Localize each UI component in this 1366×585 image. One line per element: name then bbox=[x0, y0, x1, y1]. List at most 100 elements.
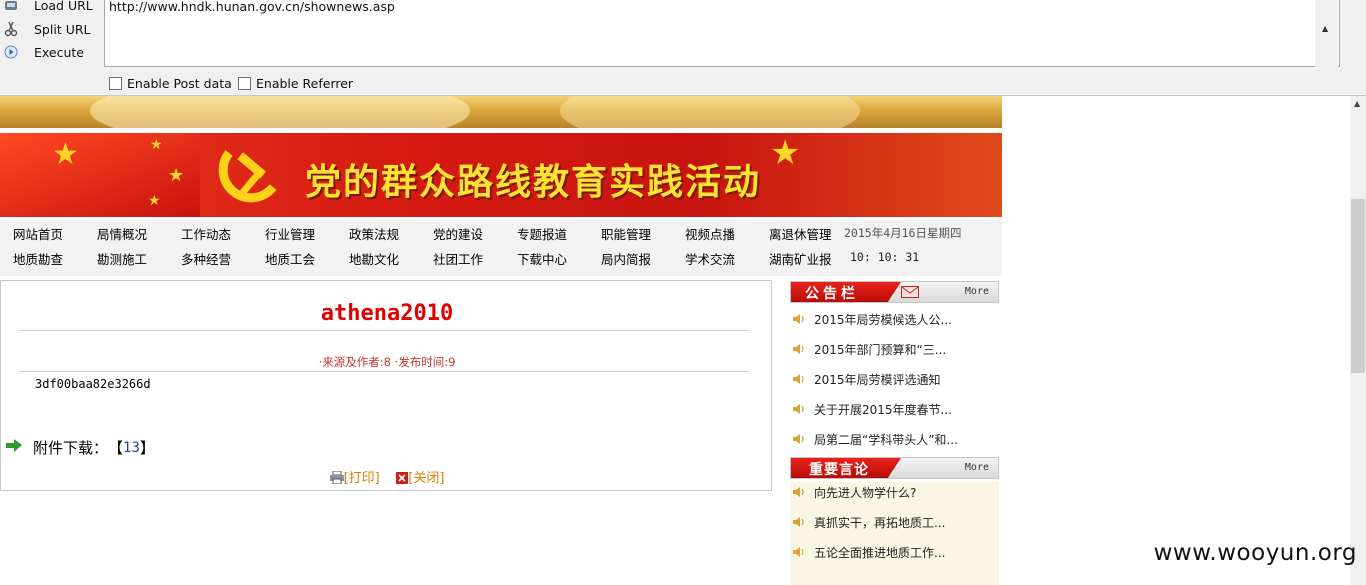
url-scrollbar[interactable]: ▲ bbox=[1315, 0, 1338, 68]
printer-icon bbox=[329, 470, 344, 488]
article-body: 3df00baa82e3266d bbox=[35, 377, 151, 391]
speaker-icon bbox=[792, 485, 806, 499]
checkbox-box[interactable] bbox=[109, 77, 122, 90]
list-item[interactable]: 向先进人物学什么? bbox=[790, 482, 999, 504]
notice-heading: 公告栏 bbox=[805, 286, 859, 302]
list-item-text: 向先进人物学什么? bbox=[814, 486, 917, 500]
nav-item[interactable]: 网站首页 bbox=[13, 224, 63, 243]
notice-more-link[interactable]: More bbox=[965, 286, 989, 297]
attachment-bracket-close: 】 bbox=[139, 439, 155, 457]
attachment-label: 附件下载： bbox=[33, 439, 109, 457]
nav-item[interactable]: 视频点播 bbox=[685, 224, 735, 243]
url-textarea[interactable]: http://www.hndk.hunan.gov.cn/shownews.as… bbox=[104, 0, 1340, 68]
enable-post-checkbox[interactable]: Enable Post data bbox=[109, 76, 232, 91]
campaign-banner: ★ ★ ★ ★ ★ 党的群众路线教育实践活动 bbox=[0, 133, 1002, 217]
page-scrollbar[interactable]: ▲ bbox=[1350, 96, 1366, 585]
web-page: ★ ★ ★ ★ ★ 党的群众路线教育实践活动 网站首页 局情概况 工作动态 行业管理 政… bbox=[0, 96, 1350, 585]
star-icon: ★ bbox=[150, 137, 163, 153]
nav-item[interactable]: 行业管理 bbox=[265, 224, 315, 243]
nav-item[interactable]: 职能管理 bbox=[601, 224, 651, 243]
list-item[interactable]: 五论全面推进地质工作... bbox=[790, 542, 999, 564]
speaker-icon bbox=[792, 312, 806, 326]
nav-item[interactable]: 专题报道 bbox=[517, 224, 567, 243]
checkbox-box[interactable] bbox=[238, 77, 251, 90]
list-item-text: 2015年局劳模候选人公... bbox=[814, 313, 952, 327]
nav-item[interactable]: 政策法规 bbox=[349, 224, 399, 243]
divider bbox=[19, 330, 749, 331]
speech-panel-header: 重要言论 More bbox=[790, 457, 999, 479]
scroll-up-icon[interactable]: ▲ bbox=[1322, 22, 1328, 36]
speech-list: 向先进人物学什么? 真抓实干，再拓地质工... 五论全面推进地质工作... bbox=[790, 482, 999, 585]
list-item[interactable]: 关于开展2015年度春节... bbox=[790, 399, 999, 421]
list-item[interactable]: 2015年局劳模候选人公... bbox=[790, 309, 999, 331]
close-link[interactable]: [关闭] bbox=[408, 471, 444, 486]
nav-item[interactable]: 湖南矿业报 bbox=[769, 249, 832, 268]
attachment-bracket-open: 【 bbox=[108, 439, 124, 457]
list-item-text: 关于开展2015年度春节... bbox=[814, 403, 952, 417]
list-item-text: 五论全面推进地质工作... bbox=[814, 546, 946, 560]
star-icon: ★ bbox=[168, 165, 185, 186]
enable-post-label: Enable Post data bbox=[127, 76, 232, 91]
load-url-button[interactable]: Load URL bbox=[0, 0, 100, 15]
hackbar-toolbar: Load URL Split URL Execute http://www.hn… bbox=[0, 0, 1366, 96]
list-item-text: 2015年部门预算和“三... bbox=[814, 343, 947, 357]
speaker-icon bbox=[792, 342, 806, 356]
url-value: http://www.hndk.hunan.gov.cn/shownews.as… bbox=[109, 0, 395, 14]
nav-item[interactable]: 局情概况 bbox=[97, 224, 147, 243]
speech-heading: 重要言论 bbox=[809, 462, 869, 478]
speaker-icon bbox=[792, 515, 806, 529]
speech-more-link[interactable]: More bbox=[965, 462, 989, 473]
download-arrow-icon bbox=[5, 438, 23, 457]
speaker-icon bbox=[792, 432, 806, 446]
print-link[interactable]: [打印] bbox=[344, 471, 380, 486]
notice-panel-header: 公告栏 More bbox=[790, 281, 999, 303]
list-item[interactable]: 局第二届“学科带头人”和... bbox=[790, 429, 999, 451]
list-item[interactable]: 真抓实干，再拓地质工... bbox=[790, 512, 999, 534]
list-item-text: 真抓实干，再拓地质工... bbox=[814, 516, 946, 530]
load-url-label: Load URL bbox=[34, 0, 93, 13]
speaker-icon bbox=[792, 402, 806, 416]
article-actions: [打印] [关闭] bbox=[1, 467, 773, 488]
speaker-icon bbox=[792, 545, 806, 559]
scrollbar-thumb[interactable] bbox=[1351, 199, 1365, 373]
list-item-text: 2015年局劳模评选通知 bbox=[814, 373, 941, 387]
star-icon: ★ bbox=[52, 137, 79, 172]
nav-item[interactable]: 地质工会 bbox=[265, 249, 315, 268]
list-item[interactable]: 2015年局劳模评选通知 bbox=[790, 369, 999, 391]
watermark: www.wooyun.org bbox=[1153, 540, 1357, 566]
nav-item[interactable]: 勘测施工 bbox=[97, 249, 147, 268]
speaker-icon bbox=[792, 372, 806, 386]
enable-referrer-checkbox[interactable]: Enable Referrer bbox=[238, 76, 353, 91]
nav-item[interactable]: 地质勘查 bbox=[13, 249, 63, 268]
list-item[interactable]: 2015年部门预算和“三... bbox=[790, 339, 999, 361]
attachment-link[interactable]: 13 bbox=[123, 440, 140, 456]
split-url-button[interactable]: Split URL bbox=[0, 19, 100, 39]
nav-item[interactable]: 社团工作 bbox=[433, 249, 483, 268]
nav-item[interactable]: 局内简报 bbox=[601, 249, 651, 268]
nav-item[interactable]: 党的建设 bbox=[433, 224, 483, 243]
nav-item[interactable]: 地勘文化 bbox=[349, 249, 399, 268]
nav-item[interactable]: 多种经营 bbox=[181, 249, 231, 268]
execute-button[interactable]: Execute bbox=[0, 42, 100, 62]
article-panel: athena2010 ·来源及作者:8 ·发布时间:9 3df00baa82e3… bbox=[0, 280, 772, 491]
split-url-label: Split URL bbox=[34, 21, 91, 37]
hammer-sickle-icon bbox=[218, 150, 277, 203]
nav-item[interactable]: 离退休管理 bbox=[769, 224, 832, 243]
nav-date: 2015年4月16日星期四 bbox=[844, 226, 962, 240]
nav-clock: 10: 10: 31 bbox=[850, 250, 920, 264]
scroll-up-icon[interactable]: ▲ bbox=[1354, 99, 1360, 108]
banner-decoration bbox=[90, 96, 470, 128]
star-icon: ★ bbox=[770, 133, 801, 173]
nav-item[interactable]: 下载中心 bbox=[517, 249, 567, 268]
enable-referrer-label: Enable Referrer bbox=[256, 76, 354, 91]
banner-decoration bbox=[560, 96, 860, 128]
banner-title: 党的群众路线教育实践活动 bbox=[305, 162, 762, 203]
top-gold-banner bbox=[0, 96, 1002, 128]
nav-item[interactable]: 工作动态 bbox=[181, 224, 231, 243]
close-icon bbox=[396, 472, 409, 488]
scissors-icon bbox=[4, 21, 18, 37]
nav-item[interactable]: 学术交流 bbox=[685, 249, 735, 268]
load-url-icon bbox=[4, 0, 18, 12]
article-title: athena2010 bbox=[320, 301, 454, 326]
list-item-text: 局第二届“学科带头人”和... bbox=[814, 433, 958, 447]
